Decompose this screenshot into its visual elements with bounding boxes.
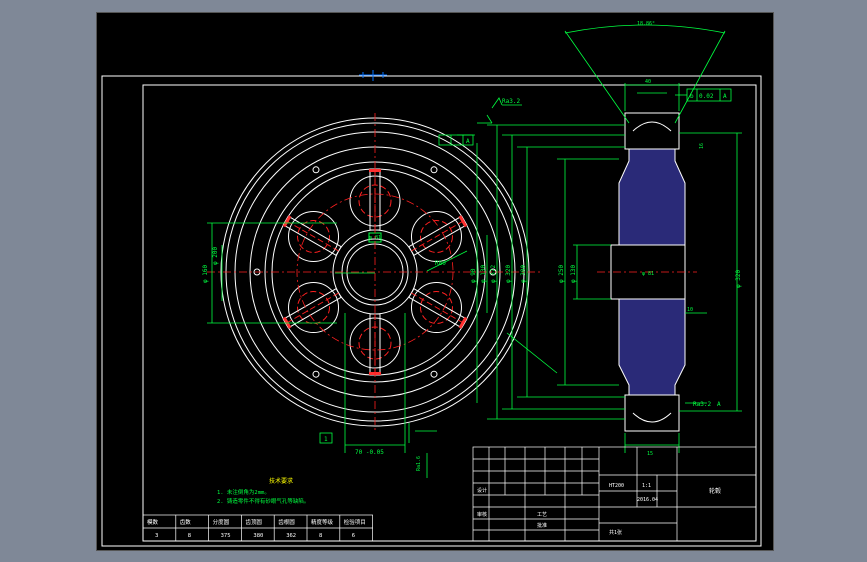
tb-approve: 批准 <box>537 522 547 529</box>
spoke <box>282 287 342 329</box>
param-header: 检验项目 <box>344 518 366 526</box>
roughness-top: Ra3.2 <box>502 98 520 105</box>
tb-sheet: 共1张 <box>609 529 622 536</box>
param-value: 8 <box>188 533 191 539</box>
dim-keyway: 70 -0.05 <box>355 449 384 456</box>
spoke <box>408 215 468 257</box>
dim-bottom-width: 15 <box>647 451 653 457</box>
dim-d5: φ 90 <box>470 268 477 283</box>
param-value: 6 <box>352 533 355 539</box>
dim-rim-width: 40 <box>645 79 651 85</box>
bolt-hole <box>430 166 438 174</box>
param-header: 分度圆 <box>213 518 230 526</box>
roughness-left: Ra1.6 <box>416 456 422 471</box>
top-marker <box>359 70 387 81</box>
param-header: 齿根圆 <box>278 518 295 526</box>
top-angle: 18.86° <box>637 21 655 27</box>
dim-d1: φ 320 <box>505 265 512 283</box>
dim-d1-right: φ 320 <box>735 270 742 288</box>
tolerance-prefix: b <box>690 93 694 100</box>
dim-d2: φ 300 <box>520 265 527 283</box>
param-value: 380 <box>253 533 263 539</box>
datum-right-label: A <box>717 401 721 408</box>
cad-viewport[interactable]: φ 160 φ 200 R80 φ 81 70 -0.05 φ 90 φ 130… <box>96 12 774 551</box>
dim-hub-radius: R80 <box>435 260 446 267</box>
tech-item-2: 2. 铸造零件不得有砂眼气孔等缺陷。 <box>217 497 309 505</box>
tb-material: HT200 <box>609 483 624 489</box>
dim-center-section: φ 81 <box>642 271 654 277</box>
param-header: 精度等级 <box>311 518 334 526</box>
dim-d3: φ 250 <box>558 265 565 283</box>
angle-fan <box>564 24 726 124</box>
dim-center: φ 81 <box>369 235 381 241</box>
tb-scale: 1:1 <box>642 483 651 489</box>
dim-small: 16 <box>699 143 705 149</box>
dim-d4: φ 130 <box>480 265 487 283</box>
param-value: 8 <box>319 533 322 539</box>
tb-drawn: 设计 <box>477 487 487 494</box>
spoke <box>408 287 468 329</box>
tolerance-ref: A <box>723 93 727 100</box>
datum-left-label: A <box>466 138 470 145</box>
dim-web: 10 <box>687 307 693 313</box>
dim-outer: φ 372 <box>490 265 497 283</box>
tech-item-1: 1. 未注倒角为2mm。 <box>217 488 270 496</box>
tb-part-name: 轮毂 <box>709 487 721 495</box>
bolt-hole <box>312 166 320 174</box>
gear-hub-drawing: φ 160 φ 200 R80 φ 81 70 -0.05 φ 90 φ 130… <box>101 21 762 547</box>
param-value: 362 <box>286 533 296 539</box>
bolt-hole <box>312 370 320 378</box>
dim-hub-left: φ 200 <box>212 247 219 265</box>
roughness-bottom: Ra3.2 <box>693 401 711 408</box>
tolerance-value: 0.02 <box>699 93 714 100</box>
param-header: 模数 <box>147 518 159 526</box>
param-value: 3 <box>155 533 158 539</box>
tb-checked: 审核 <box>477 511 487 518</box>
parameter-table: 模数 3 齿数 8 分度圆 375 齿顶圆 380 齿根圆 362 精度等级 8 检验项目 6 <box>142 514 373 542</box>
tech-title: 技术要求 <box>269 477 293 485</box>
tb-date: 2016.04 <box>637 497 658 503</box>
param-value: 375 <box>221 533 231 539</box>
spoke <box>282 215 342 257</box>
param-header: 齿数 <box>180 518 192 526</box>
dim-d4-right: φ 130 <box>570 265 577 283</box>
tb-process: 工艺 <box>537 512 547 518</box>
param-header: 齿顶圆 <box>245 519 262 526</box>
datum-tolerance-left <box>319 134 474 444</box>
dim-bore-left: φ 160 <box>202 265 209 283</box>
datum-bottom-label: 1 <box>324 436 328 443</box>
bolt-hole <box>430 370 438 378</box>
